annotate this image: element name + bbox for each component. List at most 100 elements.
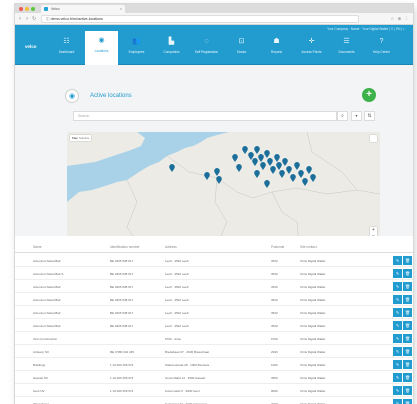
nav-item-documents[interactable]: ☰ Documents — [330, 32, 363, 65]
column-header[interactable]: Identification number — [110, 245, 140, 249]
delete-icon[interactable]: 🗑 — [403, 295, 412, 304]
edit-icon[interactable]: ✎ — [393, 373, 402, 382]
nav-item-label: Kiosks — [236, 50, 247, 54]
app-logo[interactable]: velco — [25, 44, 37, 49]
edit-icon[interactable]: ✎ — [393, 321, 402, 330]
tab-close-icon[interactable]: × — [120, 5, 122, 13]
nav-item-employees[interactable]: 👥 Employees — [120, 32, 153, 65]
nav-item-label: Reports — [270, 50, 283, 54]
nav-item-reports[interactable]: ☗ Reports — [260, 32, 293, 65]
delete-icon[interactable]: 🗑 — [403, 347, 412, 356]
nav-item-label: Self Registration — [194, 50, 219, 54]
edit-icon[interactable]: ✎ — [393, 256, 402, 265]
table-cell: Chris Digital Wallet — [300, 362, 326, 367]
nav-item-help-center[interactable]: ? Help Center — [365, 32, 398, 65]
maximize-window-icon[interactable] — [31, 6, 35, 11]
access-points-icon: ✛ — [308, 38, 315, 45]
table-cell: BE 0465 638 917 — [110, 310, 134, 315]
table-cell: 3520 — [271, 310, 278, 315]
table-row[interactable]: Actemium Metal Belt BE 0465 638 917 Leeft … — [15, 280, 413, 293]
delete-icon[interactable]: 🗑 — [403, 256, 412, 265]
table-cell: Actemium Metal Belt — [33, 297, 61, 302]
table-row[interactable]: Actemium Metal Belt BE 0465 638 917 Leeft … — [15, 306, 413, 319]
edit-icon[interactable]: ✎ — [393, 269, 402, 278]
edit-icon[interactable]: ✎ — [393, 347, 402, 356]
nav-item-dashboard[interactable]: ☷ Dashboard — [50, 32, 83, 65]
nav-item-label: Access Points — [301, 50, 322, 54]
edit-icon[interactable]: ✎ — [393, 334, 402, 343]
reports-icon: ☗ — [273, 38, 280, 45]
sort-icon[interactable]: ⇅ — [364, 111, 375, 121]
table-cell: Chris Digital Wallet — [300, 349, 326, 354]
table-row[interactable]: Actemium Metal Belt S BE 0465 638 917 Leef… — [15, 267, 413, 280]
column-header[interactable]: Site contact — [300, 245, 317, 249]
close-window-icon[interactable] — [19, 6, 23, 11]
fullscreen-icon[interactable] — [370, 135, 377, 142]
table-cell: BE 0465 638 917 — [110, 271, 134, 276]
favicon-icon — [44, 7, 48, 11]
table-cell: 6700 · Arlon — [165, 336, 182, 341]
table-cell: Gent NV — [33, 388, 45, 393]
table-cell: 6700 — [271, 336, 278, 341]
delete-icon[interactable]: 🗑 — [403, 399, 412, 404]
map-type-map[interactable]: Map — [72, 136, 78, 140]
edit-icon[interactable]: ✎ — [393, 399, 402, 404]
delete-icon[interactable]: 🗑 — [403, 282, 412, 291]
documents-icon: ☰ — [343, 38, 350, 45]
reload-icon[interactable]: ↻ — [32, 14, 36, 24]
delete-icon[interactable]: 🗑 — [403, 334, 412, 343]
nav-item-self-registration[interactable]: ◌ Self Registration — [190, 32, 223, 65]
edit-icon[interactable]: ✎ — [393, 386, 402, 395]
column-header[interactable]: Postcode — [271, 245, 284, 249]
search-icon[interactable]: ⌕ — [337, 111, 348, 121]
table-cell: BE 0465 638 917 — [110, 258, 134, 263]
table-cell: Stationsstraat 28 · 1000 Brussels — [165, 362, 210, 367]
nav-item-kiosks[interactable]: ⊡ Kiosks — [225, 32, 258, 65]
edit-icon[interactable]: ✎ — [393, 282, 402, 291]
table-row[interactable]: Wasschotel Kerkstraat 44 · 2000 Antwerpen… — [15, 397, 413, 404]
column-header[interactable]: Address — [165, 245, 177, 249]
forward-icon[interactable]: › — [26, 14, 28, 24]
search-input[interactable]: Search — [73, 111, 337, 121]
user-info[interactable]: Your Company · Name · Your Digital Walle… — [327, 27, 405, 31]
locations-map[interactable]: Map Satellite + − Google — [67, 132, 380, 245]
delete-icon[interactable]: 🗑 — [403, 386, 412, 395]
edit-icon[interactable]: ✎ — [393, 295, 402, 304]
table-row[interactable]: Antwerp NV BE 0 580 004 345 Bredabaan 67 ·… — [15, 345, 413, 358]
table-cell: 3520 — [271, 297, 278, 302]
delete-icon[interactable]: 🗑 — [403, 360, 412, 369]
table-cell: Chris Digital Wallet — [300, 297, 326, 302]
back-icon[interactable]: ‹ — [19, 14, 21, 24]
table-cell: Leeft · 3520 Leeft — [165, 297, 189, 302]
edit-icon[interactable]: ✎ — [393, 308, 402, 317]
browser-extensions-icon[interactable]: ☆ ⊕ ⋮ — [390, 13, 410, 25]
map-type-satellite[interactable]: Satellite — [79, 136, 90, 140]
table-row[interactable]: Actemium Metal Belt BE 0465 638 917 Leeft … — [15, 254, 413, 267]
table-row[interactable]: Actemium Metal Belt BE 0465 638 917 Leeft … — [15, 319, 413, 332]
table-row[interactable]: Vinci Construction 6700 · Arlon 6700 Chris … — [15, 332, 413, 345]
delete-icon[interactable]: 🗑 — [403, 373, 412, 382]
table-cell: Vinci Construction — [33, 336, 58, 341]
table-cell: BE 0465 638 917 — [110, 323, 134, 328]
table-row[interactable]: Actemium Metal Belt BE 0465 638 917 Leeft … — [15, 293, 413, 306]
nav-item-locations[interactable]: ◉ Locations — [85, 31, 118, 65]
table-row[interactable]: Gent NV 1 10 000 456 674 Korenmarkt 5 · 90… — [15, 384, 413, 397]
delete-icon[interactable]: 🗑 — [403, 269, 412, 278]
edit-icon[interactable]: ✎ — [393, 360, 402, 369]
table-cell: Actemium Metal Belt S — [33, 271, 64, 276]
url-field[interactable]: ⓘ demo.velco.fr/en/active-locations — [41, 15, 359, 23]
table-row[interactable]: Hasselt NV 1 10 000 456 674 Grote Markt 12… — [15, 371, 413, 384]
delete-icon[interactable]: 🗑 — [403, 308, 412, 317]
column-header[interactable]: Name — [33, 245, 42, 249]
add-location-button[interactable]: + — [362, 88, 376, 102]
table-row[interactable]: Buildings 1 10 000 456 674 Stationsstraat … — [15, 358, 413, 371]
table-cell: Antwerp NV — [33, 349, 50, 354]
table-cell: Chris Digital Wallet — [300, 284, 326, 289]
minimize-window-icon[interactable] — [25, 6, 29, 11]
nav-item-companies[interactable]: ▙ Companies — [155, 32, 188, 65]
delete-icon[interactable]: 🗑 — [403, 321, 412, 330]
app-navbar: Your Company · Name · Your Digital Walle… — [15, 25, 413, 65]
filter-icon[interactable]: ▼ — [351, 111, 362, 121]
nav-item-access-points[interactable]: ✛ Access Points — [295, 32, 328, 65]
browser-tab[interactable]: Velco × — [41, 5, 125, 13]
